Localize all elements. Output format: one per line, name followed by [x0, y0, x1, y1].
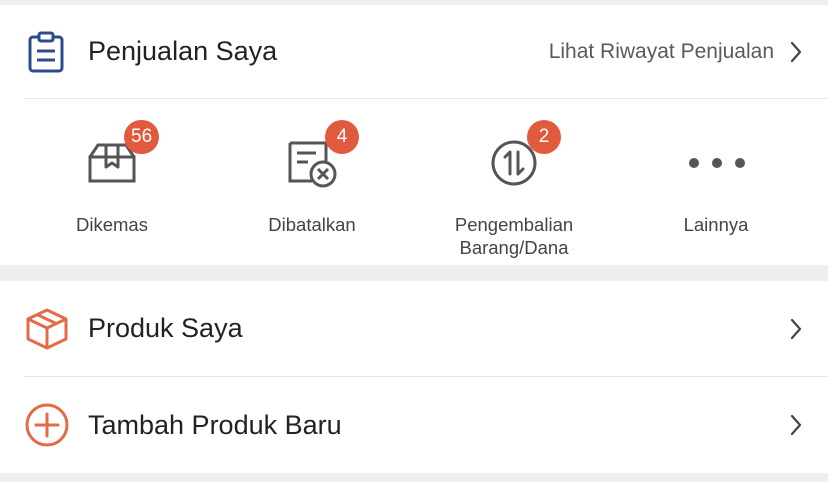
my-products-row[interactable]: Produk Saya: [24, 281, 828, 377]
add-product-row[interactable]: Tambah Produk Baru: [24, 377, 828, 473]
products-card: Produk Saya Tambah Produk Baru: [0, 281, 828, 473]
sales-card: Penjualan Saya Lihat Riwayat Penjualan 5…: [0, 5, 828, 265]
add-product-label: Tambah Produk Baru: [88, 409, 342, 440]
more-dots-icon: [689, 158, 745, 168]
add-circle-icon: [25, 403, 69, 447]
status-badge: 2: [527, 120, 561, 154]
product-cube-icon: [26, 308, 68, 349]
section-separator: [0, 265, 828, 281]
status-label: Pengembalian Barang/Dana: [454, 214, 574, 258]
my-products-label: Produk Saya: [88, 313, 243, 343]
status-label: Lainnya: [683, 214, 749, 235]
sales-title: Penjualan Saya: [88, 36, 278, 66]
status-item-lainnya[interactable]: Lainnya: [616, 99, 816, 264]
status-badge: 56: [124, 120, 160, 154]
sales-header[interactable]: Penjualan Saya Lihat Riwayat Penjualan: [24, 5, 828, 99]
chevron-right-icon[interactable]: [790, 318, 802, 340]
clipboard-icon: [28, 31, 64, 73]
chevron-right-icon[interactable]: [790, 414, 802, 436]
status-label: Dibatalkan: [268, 214, 356, 235]
status-item-dibatalkan[interactable]: 4 Dibatalkan: [212, 99, 412, 264]
status-label: Dikemas: [76, 214, 148, 235]
status-item-dikemas[interactable]: 56 Dikemas: [12, 99, 212, 264]
status-badge: 4: [325, 120, 359, 154]
sales-history-link[interactable]: Lihat Riwayat Penjualan: [549, 40, 774, 64]
sales-status-row: 56 Dikemas 4 Dibatalkan 2 Pengembalian B…: [0, 99, 828, 264]
chevron-right-icon[interactable]: [790, 41, 802, 63]
status-item-pengembalian[interactable]: 2 Pengembalian Barang/Dana: [414, 99, 614, 264]
